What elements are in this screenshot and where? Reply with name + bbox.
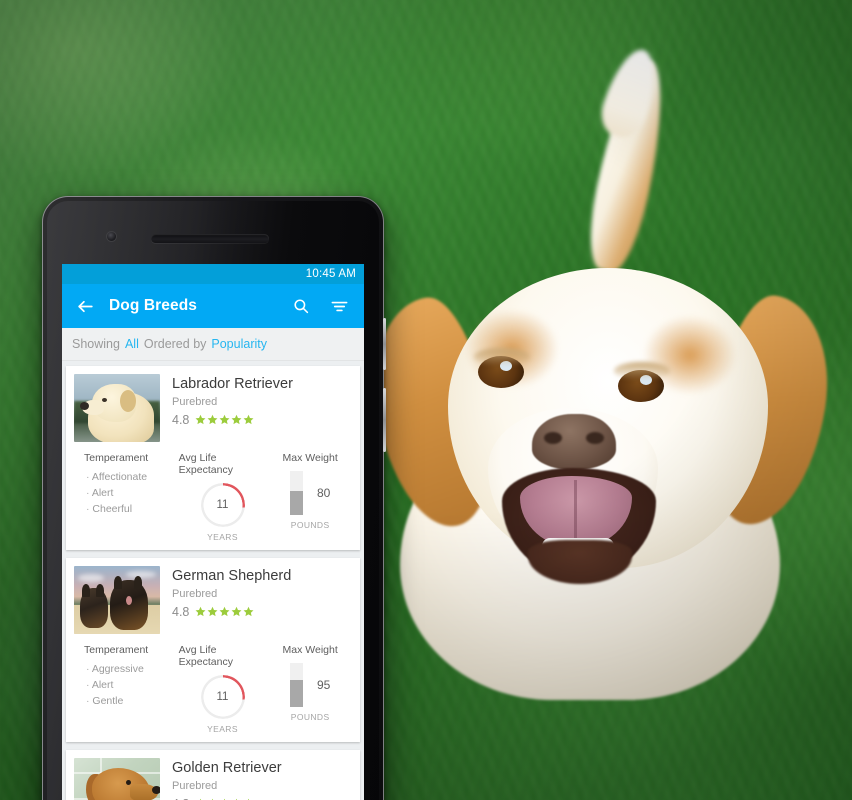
breed-name: German Shepherd [172, 568, 292, 584]
breed-list[interactable]: Labrador Retriever Purebred 4.8 Temperam… [62, 361, 364, 800]
breed-name: Golden Retriever [172, 760, 282, 776]
breed-card[interactable]: Golden Retriever Purebred 4.8 [66, 750, 360, 800]
stat-label-weight: Max Weight [282, 644, 338, 656]
rating-row: 4.8 [172, 413, 293, 427]
stat-label-life: Avg Life Expectancy [178, 452, 233, 476]
star-icon [219, 414, 230, 425]
breed-info: Labrador Retriever Purebred 4.8 [172, 374, 293, 442]
temperament-item: Alert [86, 678, 144, 694]
stat-label-temperament: Temperament [84, 644, 149, 656]
stat-max-weight: Max Weight 80 POUNDS [266, 452, 354, 542]
temperament-item: Alert [86, 486, 147, 502]
star-icon [207, 606, 218, 617]
breed-stats: Temperament AggressiveAlertGentle Avg Li… [66, 640, 360, 742]
breed-stats: Temperament AffectionateAlertCheerful Av… [66, 448, 360, 550]
weight-bar-fill [289, 490, 303, 515]
status-clock: 10:45 AM [305, 268, 356, 280]
search-icon[interactable] [286, 291, 316, 321]
phone-screen: 10:45 AM Dog Breeds Showing All Ordered … [62, 264, 364, 800]
breed-info: German Shepherd Purebred 4.8 [172, 566, 291, 634]
star-icon [231, 606, 242, 617]
filter-bar: Showing All Ordered by Popularity [62, 328, 364, 361]
rating-value: 4.8 [172, 604, 190, 619]
temperament-item: Aggressive [86, 662, 144, 678]
app-bar: Dog Breeds [62, 284, 364, 328]
ordered-by-value-link[interactable]: Popularity [211, 337, 267, 351]
star-icon [243, 606, 254, 617]
temperament-item: Affectionate [86, 470, 147, 486]
stat-max-weight: Max Weight 95 POUNDS [266, 644, 354, 734]
life-expectancy-value: 11 [216, 499, 229, 511]
star-icon [219, 606, 230, 617]
weight-unit: POUNDS [290, 712, 330, 722]
weight-gauge-wrap: 95 [289, 662, 331, 707]
stat-temperament: Temperament AffectionateAlertCheerful [72, 452, 179, 542]
breed-card-header: Golden Retriever Purebred 4.8 [66, 750, 360, 800]
life-unit: YEARS [207, 532, 238, 542]
showing-label: Showing [72, 337, 120, 351]
max-weight-value: 95 [316, 677, 331, 692]
breed-card[interactable]: Labrador Retriever Purebred 4.8 Temperam… [66, 366, 360, 550]
weight-bar-fill [289, 679, 303, 707]
max-weight-bar [289, 663, 303, 707]
stat-label-life: Avg Life Expectancy [178, 644, 233, 668]
breed-info: Golden Retriever Purebred 4.8 [172, 758, 282, 800]
page-title: Dog Breeds [109, 297, 197, 314]
showing-value-link[interactable]: All [125, 337, 139, 351]
weight-gauge-wrap: 80 [289, 470, 331, 515]
filter-sort-icon[interactable] [324, 291, 354, 321]
max-weight-bar [289, 471, 303, 515]
labrador-thumbnail [74, 374, 160, 442]
temperament-list: AffectionateAlertCheerful [84, 470, 147, 517]
rating-value: 4.8 [172, 412, 190, 427]
rating-row: 4.8 [172, 605, 291, 619]
golden-retriever-thumbnail [74, 758, 160, 800]
breed-card[interactable]: German Shepherd Purebred 4.8 Temperament… [66, 558, 360, 742]
breed-name: Labrador Retriever [172, 376, 293, 392]
power-button[interactable] [383, 388, 386, 452]
star-icon [207, 414, 218, 425]
breed-card-header: German Shepherd Purebred 4.8 [66, 558, 360, 640]
temperament-list: AggressiveAlertGentle [84, 662, 144, 709]
stat-label-weight: Max Weight [282, 452, 338, 464]
phone-device: 10:45 AM Dog Breeds Showing All Ordered … [42, 196, 386, 800]
life-unit: YEARS [207, 724, 238, 734]
screenshot-stage: 10:45 AM Dog Breeds Showing All Ordered … [0, 0, 852, 800]
stat-life-expectancy: Avg Life Expectancy 11 YEARS [179, 452, 267, 542]
temperament-item: Cheerful [86, 502, 147, 518]
breed-subtitle: Purebred [172, 779, 218, 792]
star-icon [195, 414, 206, 425]
volume-button[interactable] [383, 318, 386, 370]
status-bar: 10:45 AM [62, 264, 364, 284]
life-expectancy-gauge: 11 [200, 483, 245, 527]
breed-card-header: Labrador Retriever Purebred 4.8 [66, 366, 360, 448]
weight-unit: POUNDS [290, 520, 330, 530]
star-icon [195, 606, 206, 617]
breed-subtitle: Purebred [172, 587, 218, 600]
rating-stars [195, 606, 254, 617]
rating-stars [195, 414, 254, 425]
temperament-item: Gentle [86, 694, 144, 710]
back-arrow-icon[interactable] [72, 293, 98, 319]
stat-temperament: Temperament AggressiveAlertGentle [72, 644, 179, 734]
life-expectancy-gauge: 11 [200, 675, 245, 719]
stat-label-temperament: Temperament [84, 452, 149, 464]
stat-life-expectancy: Avg Life Expectancy 11 YEARS [179, 644, 267, 734]
life-expectancy-value: 11 [216, 691, 229, 703]
max-weight-value: 80 [316, 485, 331, 500]
ordered-by-label: Ordered by [143, 337, 207, 351]
star-icon [243, 414, 254, 425]
breed-subtitle: Purebred [172, 395, 218, 408]
star-icon [231, 414, 242, 425]
german-shepherd-thumbnail [74, 566, 160, 634]
